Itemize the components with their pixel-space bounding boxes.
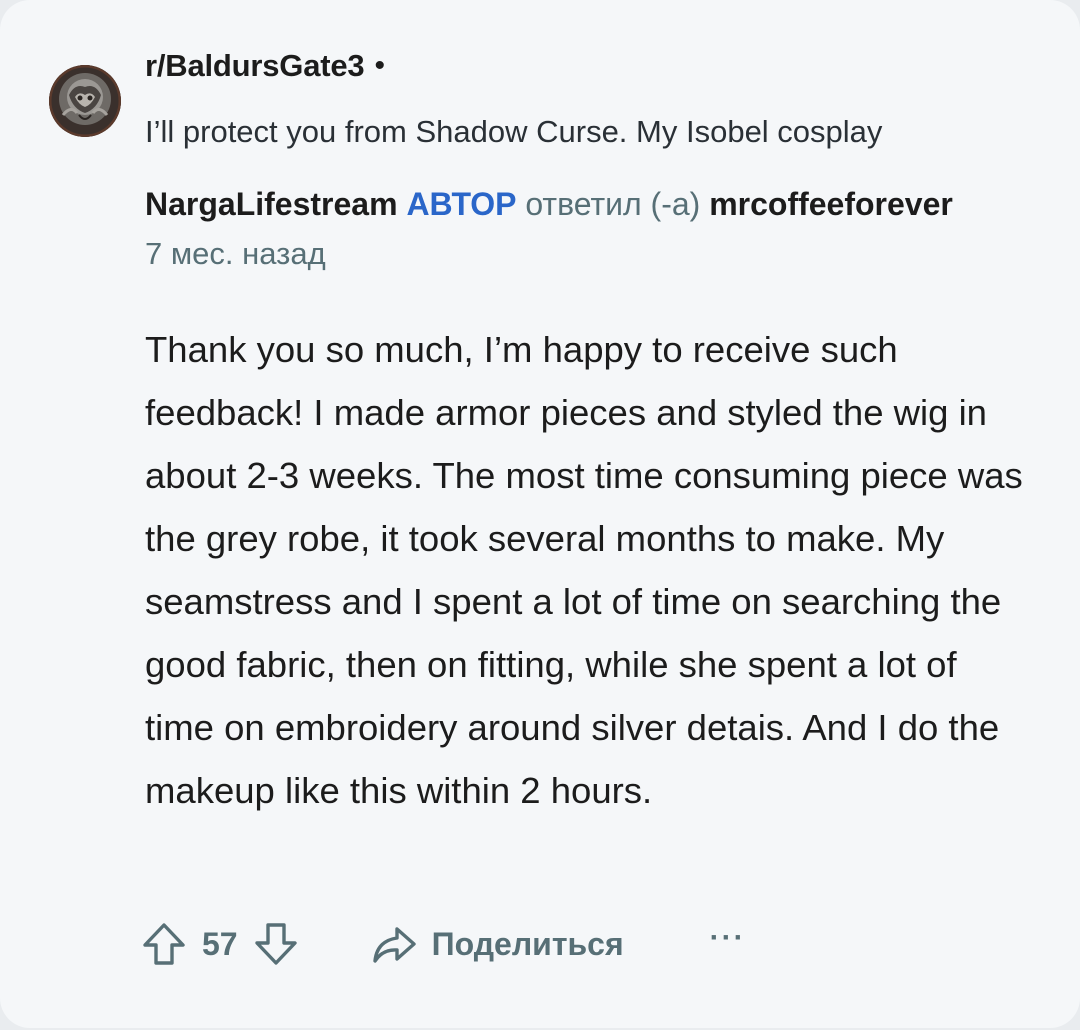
replied-text: ответил (-а) — [525, 186, 701, 222]
author-badge: АВТОР — [406, 186, 517, 222]
comment-actions: 57 Поделиться ··· — [140, 912, 746, 976]
upvote-button[interactable] — [140, 920, 188, 968]
share-button[interactable]: Поделиться — [370, 920, 624, 968]
replied-to-user[interactable]: mrcoffeeforever — [709, 186, 953, 222]
downvote-button[interactable] — [252, 920, 300, 968]
vote-count: 57 — [202, 925, 238, 962]
arrow-down-icon — [254, 923, 297, 965]
share-arrow-icon — [372, 927, 416, 963]
subreddit-row: r/BaldursGate3 • — [145, 44, 385, 88]
subreddit-name[interactable]: r/BaldursGate3 — [145, 48, 365, 84]
comment-author[interactable]: NargaLifestream — [145, 186, 398, 222]
share-label: Поделиться — [431, 925, 624, 962]
post-title[interactable]: I’ll protect you from Shadow Curse. My I… — [145, 114, 882, 150]
arrow-up-icon — [143, 923, 185, 965]
separator-dot: • — [374, 49, 385, 82]
comment-card: r/BaldursGate3 • I’ll protect you from S… — [0, 0, 1080, 1028]
comment-body: Thank you so much, I’m happy to receive … — [145, 329, 1023, 811]
comment-timestamp: 7 мес. назад — [145, 236, 326, 271]
comment-meta: NargaLifestream АВТОР ответил (-а) mrcof… — [145, 186, 953, 223]
more-options-button[interactable]: ··· — [710, 921, 746, 955]
subreddit-avatar[interactable] — [49, 65, 121, 137]
